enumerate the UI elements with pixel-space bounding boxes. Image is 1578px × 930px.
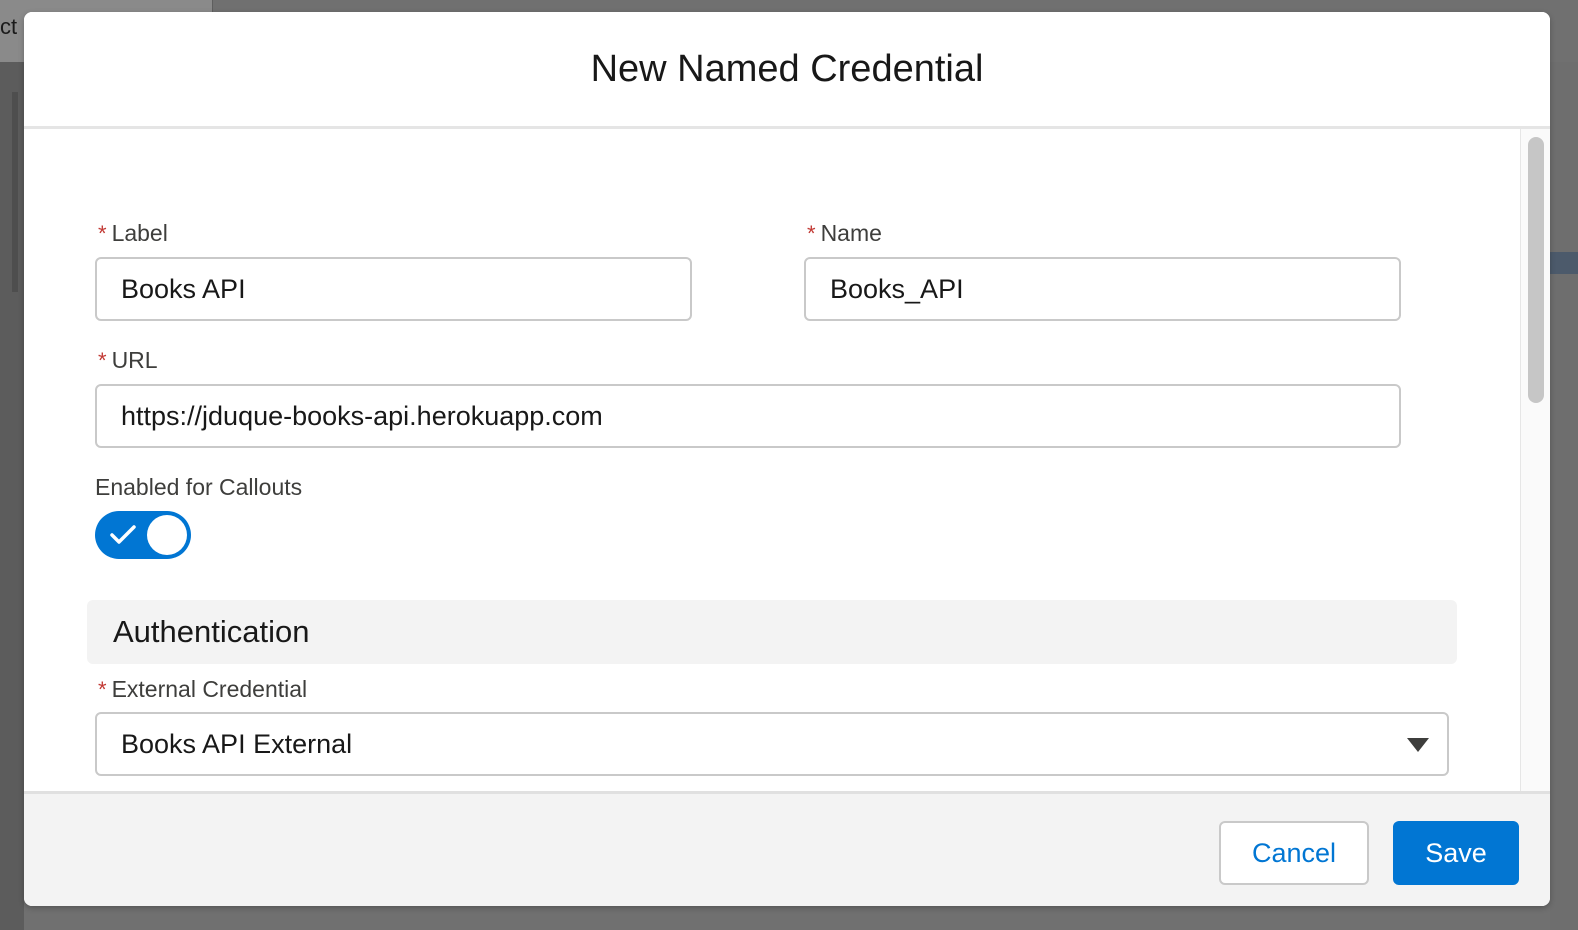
external-credential-select-value: Books API External [121,728,353,759]
scrollbar-thumb[interactable] [1528,137,1544,403]
modal-footer: Cancel Save [24,791,1550,906]
name-field-label: * Name [807,218,882,248]
save-button[interactable]: Save [1393,821,1519,885]
background-left-segment [12,92,18,292]
external-credential-select[interactable]: Books API External [95,712,1449,776]
required-mark: * [98,677,107,702]
authentication-section-header[interactable]: Authentication [87,600,1457,664]
background-right-segment [1550,252,1578,274]
background-left-strip [0,62,24,930]
name-input-value: Books_API [830,273,964,304]
callouts-toggle[interactable] [95,511,191,559]
background-tab-text: ct [0,14,18,39]
name-input[interactable]: Books_API [804,257,1401,321]
label-input[interactable]: Books API [95,257,692,321]
required-mark: * [98,221,107,246]
required-mark: * [98,348,107,373]
label-input-value: Books API [121,273,246,304]
triangle-down-icon [1407,738,1429,752]
new-named-credential-modal: New Named Credential * Label Books API * N… [24,12,1550,906]
modal-scrollbar[interactable] [1520,129,1550,791]
external-credential-field-label: * External Credential [98,674,307,704]
label-field-label-text: Label [111,220,168,246]
toggle-knob [147,515,187,555]
callouts-field-label: Enabled for Callouts [95,474,303,500]
cancel-button[interactable]: Cancel [1219,821,1369,885]
modal-title: New Named Credential [590,47,984,90]
url-input-value: https://jduque-books-api.herokuapp.com [121,400,603,431]
authentication-section-title: Authentication [113,614,310,649]
url-input[interactable]: https://jduque-books-api.herokuapp.com [95,384,1401,448]
background-right-strip [1550,62,1578,930]
check-icon [110,525,136,544]
name-field-label-text: Name [820,220,882,246]
modal-header: New Named Credential [24,12,1550,129]
url-field-label-text: URL [111,347,158,373]
url-field-label: * URL [98,345,158,375]
external-credential-field-label-text: External Credential [111,676,308,702]
label-field-label: * Label [98,218,168,248]
modal-body[interactable]: * Label Books API * Name Books_API * URL ht… [24,129,1550,791]
required-mark: * [807,221,816,246]
